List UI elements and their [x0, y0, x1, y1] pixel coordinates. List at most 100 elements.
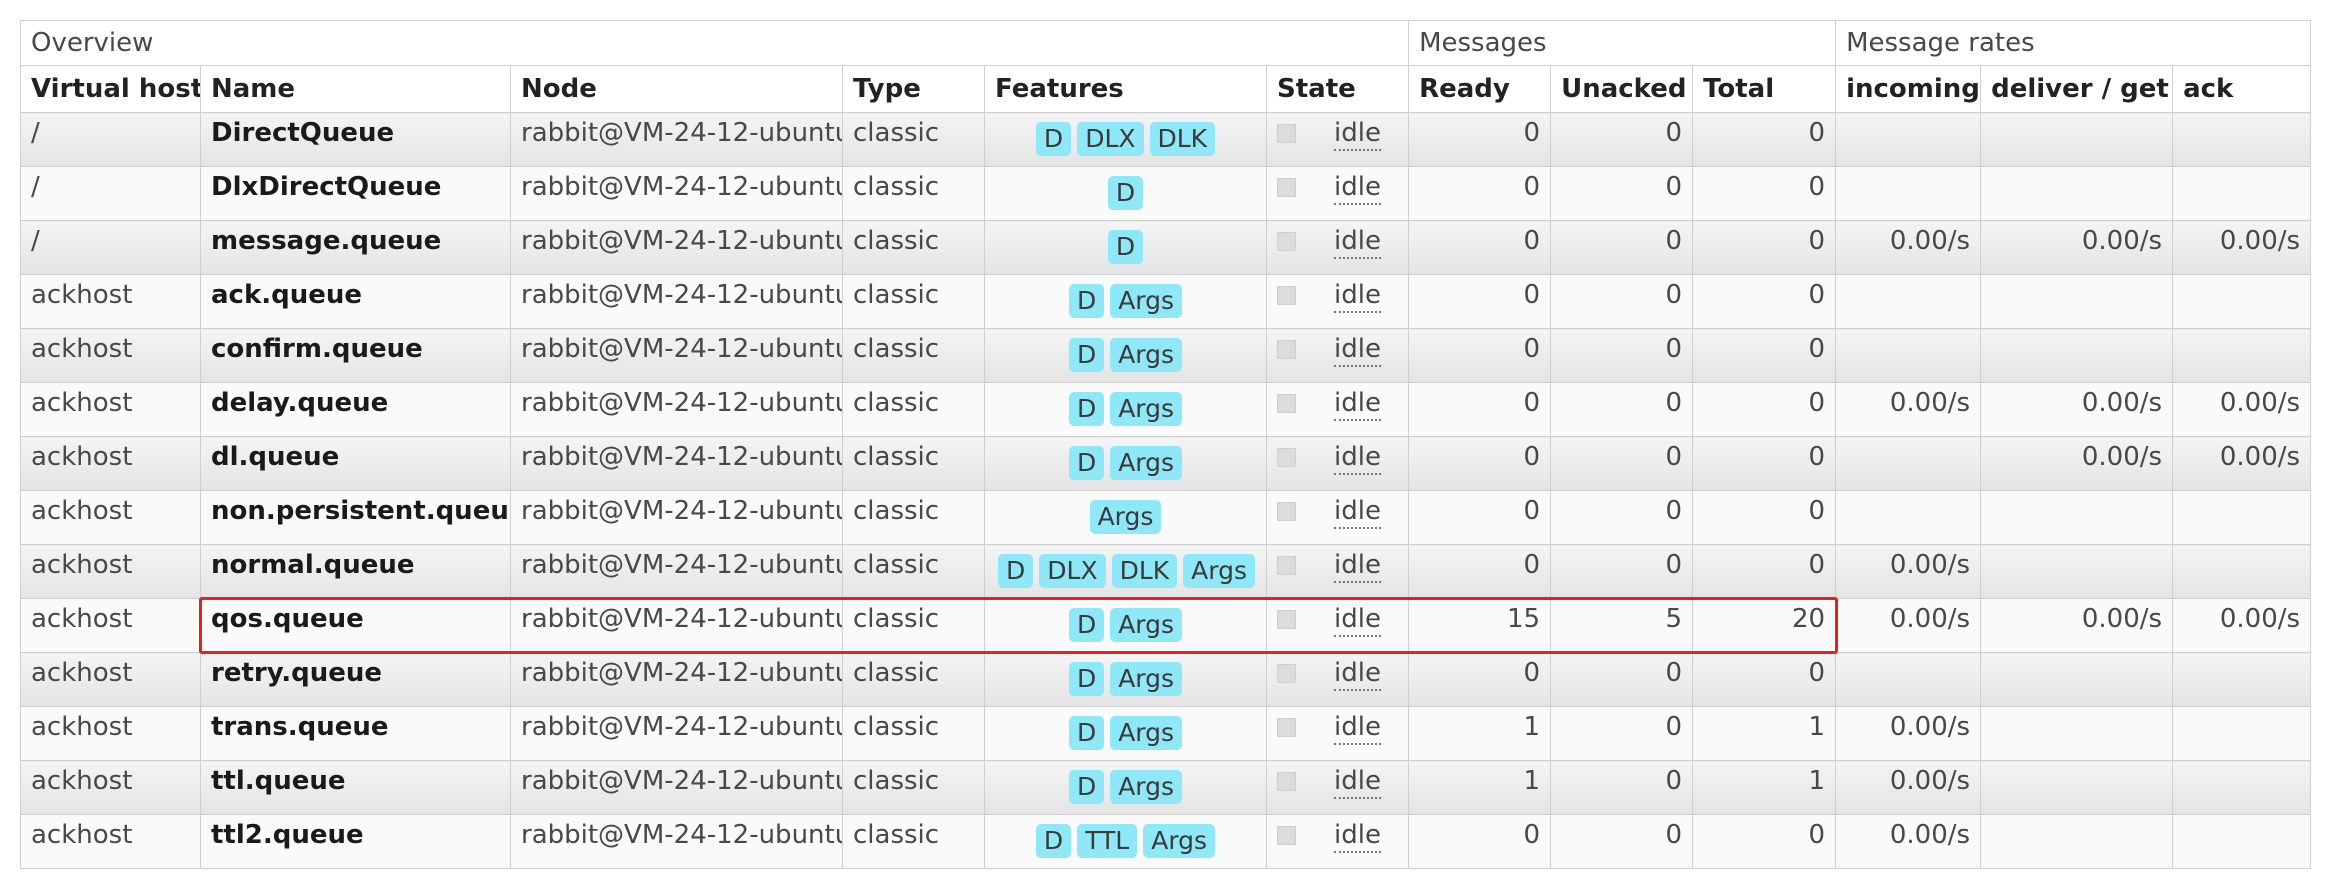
- incoming-rate: 0.00/s: [1835, 706, 1982, 761]
- feature-tag[interactable]: D: [1068, 446, 1105, 480]
- col-unacked[interactable]: Unacked: [1550, 65, 1694, 113]
- feature-tag[interactable]: D: [1068, 770, 1105, 804]
- feature-tag[interactable]: D: [1107, 176, 1144, 210]
- total-count: 1: [1692, 706, 1837, 761]
- feature-tag[interactable]: D: [1068, 284, 1105, 318]
- feature-tag[interactable]: Args: [1110, 608, 1183, 642]
- col-incoming[interactable]: incoming: [1835, 65, 1982, 113]
- feature-tag[interactable]: Args: [1110, 770, 1183, 804]
- total-count: 0: [1692, 544, 1837, 599]
- col-name[interactable]: Name: [200, 65, 511, 113]
- col-total[interactable]: Total: [1692, 65, 1837, 113]
- state-label[interactable]: idle: [1334, 334, 1381, 367]
- state-label[interactable]: idle: [1334, 280, 1381, 313]
- state-cell: idle: [1265, 220, 1410, 275]
- state-label[interactable]: idle: [1334, 658, 1381, 691]
- ready-count: 1: [1408, 760, 1552, 815]
- ack-rate: 0.00/s: [2172, 436, 2312, 491]
- state-label[interactable]: idle: [1334, 550, 1381, 583]
- type-cell: classic: [842, 652, 985, 707]
- queue-name-link[interactable]: ttl2.queue: [200, 814, 511, 869]
- state-label[interactable]: idle: [1334, 442, 1381, 475]
- features-cell: D Args: [984, 274, 1267, 329]
- queue-name-link[interactable]: dl.queue: [200, 436, 511, 491]
- col-type[interactable]: Type: [842, 65, 985, 113]
- queue-name-link[interactable]: ack.queue: [200, 274, 511, 329]
- state-square-icon: [1277, 502, 1296, 521]
- node-cell: rabbit@VM-24-12-ubuntu: [510, 436, 843, 491]
- state-label[interactable]: idle: [1334, 496, 1381, 529]
- queue-name-link[interactable]: ttl.queue: [200, 760, 511, 815]
- feature-tag[interactable]: D: [1035, 122, 1072, 156]
- feature-tag[interactable]: D: [1107, 230, 1144, 264]
- col-features[interactable]: Features: [984, 65, 1267, 113]
- feature-tag[interactable]: D: [1068, 392, 1105, 426]
- feature-tag[interactable]: Args: [1089, 500, 1162, 534]
- col-deliver-get[interactable]: deliver / get: [1980, 65, 2174, 113]
- feature-tag[interactable]: DLK: [1149, 122, 1216, 156]
- feature-tag[interactable]: Args: [1110, 392, 1183, 426]
- feature-tag[interactable]: D: [1068, 716, 1105, 750]
- queue-name-link[interactable]: message.queue: [200, 220, 511, 275]
- queue-name-link[interactable]: qos.queue: [200, 598, 511, 653]
- total-count: 0: [1692, 490, 1837, 545]
- queue-name-link[interactable]: delay.queue: [200, 382, 511, 437]
- vhost-cell: /: [20, 112, 201, 167]
- col-virtual-host[interactable]: Virtual host: [20, 65, 201, 113]
- feature-tag[interactable]: DLX: [1077, 122, 1144, 156]
- group-message-rates: Message rates: [1835, 20, 2312, 66]
- incoming-rate: 0.00/s: [1835, 220, 1982, 275]
- feature-tag[interactable]: Args: [1183, 554, 1255, 588]
- state-label[interactable]: idle: [1334, 820, 1381, 853]
- queue-name-link[interactable]: non.persistent.queue: [200, 490, 511, 545]
- column-group-row: Overview Messages Message rates: [19, 20, 2312, 66]
- state-label[interactable]: idle: [1334, 118, 1381, 151]
- state-label[interactable]: idle: [1334, 712, 1381, 745]
- feature-tag[interactable]: Args: [1110, 338, 1183, 372]
- vhost-cell: /: [20, 166, 201, 221]
- queue-name-link[interactable]: normal.queue: [200, 544, 511, 599]
- queue-name-link[interactable]: DlxDirectQueue: [200, 166, 511, 221]
- ready-count: 0: [1408, 652, 1552, 707]
- state-label[interactable]: idle: [1334, 604, 1381, 637]
- total-count: 0: [1692, 112, 1837, 167]
- ready-count: 0: [1408, 328, 1552, 383]
- feature-tag[interactable]: Args: [1110, 662, 1183, 696]
- col-state[interactable]: State: [1265, 65, 1410, 113]
- col-node[interactable]: Node: [510, 65, 843, 113]
- total-count: 20: [1692, 598, 1837, 653]
- state-label[interactable]: idle: [1334, 226, 1381, 259]
- ready-count: 0: [1408, 544, 1552, 599]
- feature-tag[interactable]: DLX: [1039, 554, 1106, 588]
- col-ready[interactable]: Ready: [1408, 65, 1552, 113]
- feature-tag[interactable]: Args: [1143, 824, 1216, 858]
- feature-tag[interactable]: DLK: [1111, 554, 1178, 588]
- feature-tag[interactable]: Args: [1110, 446, 1183, 480]
- state-label[interactable]: idle: [1334, 388, 1381, 421]
- queue-name-link[interactable]: confirm.queue: [200, 328, 511, 383]
- table-row: ackhost ack.queue rabbit@VM-24-12-ubuntu cl…: [20, 274, 2312, 329]
- queue-name-link[interactable]: trans.queue: [200, 706, 511, 761]
- feature-tag[interactable]: D: [998, 554, 1034, 588]
- state-label[interactable]: idle: [1334, 172, 1381, 205]
- incoming-rate: 0.00/s: [1835, 544, 1982, 599]
- feature-tag[interactable]: Args: [1110, 716, 1183, 750]
- col-ack[interactable]: ack: [2172, 65, 2312, 113]
- feature-tag[interactable]: D: [1035, 824, 1072, 858]
- table-row: ackhost ttl2.queue rabbit@VM-24-12-ubuntu c…: [20, 814, 2312, 869]
- feature-tag[interactable]: Args: [1110, 284, 1183, 318]
- state-label[interactable]: idle: [1334, 766, 1381, 799]
- feature-tag[interactable]: TTL: [1077, 824, 1138, 858]
- queue-name-link[interactable]: retry.queue: [200, 652, 511, 707]
- features-cell: D: [984, 220, 1267, 275]
- queue-name-link[interactable]: DirectQueue: [200, 112, 511, 167]
- type-cell: classic: [842, 490, 985, 545]
- feature-tag[interactable]: D: [1068, 608, 1105, 642]
- type-cell: classic: [842, 598, 985, 653]
- feature-tag[interactable]: D: [1068, 338, 1105, 372]
- total-count: 0: [1692, 382, 1837, 437]
- table-row: ackhost ttl.queue rabbit@VM-24-12-ubuntu cl…: [20, 760, 2312, 815]
- ack-rate: [2172, 166, 2312, 221]
- feature-tag[interactable]: D: [1068, 662, 1105, 696]
- type-cell: classic: [842, 382, 985, 437]
